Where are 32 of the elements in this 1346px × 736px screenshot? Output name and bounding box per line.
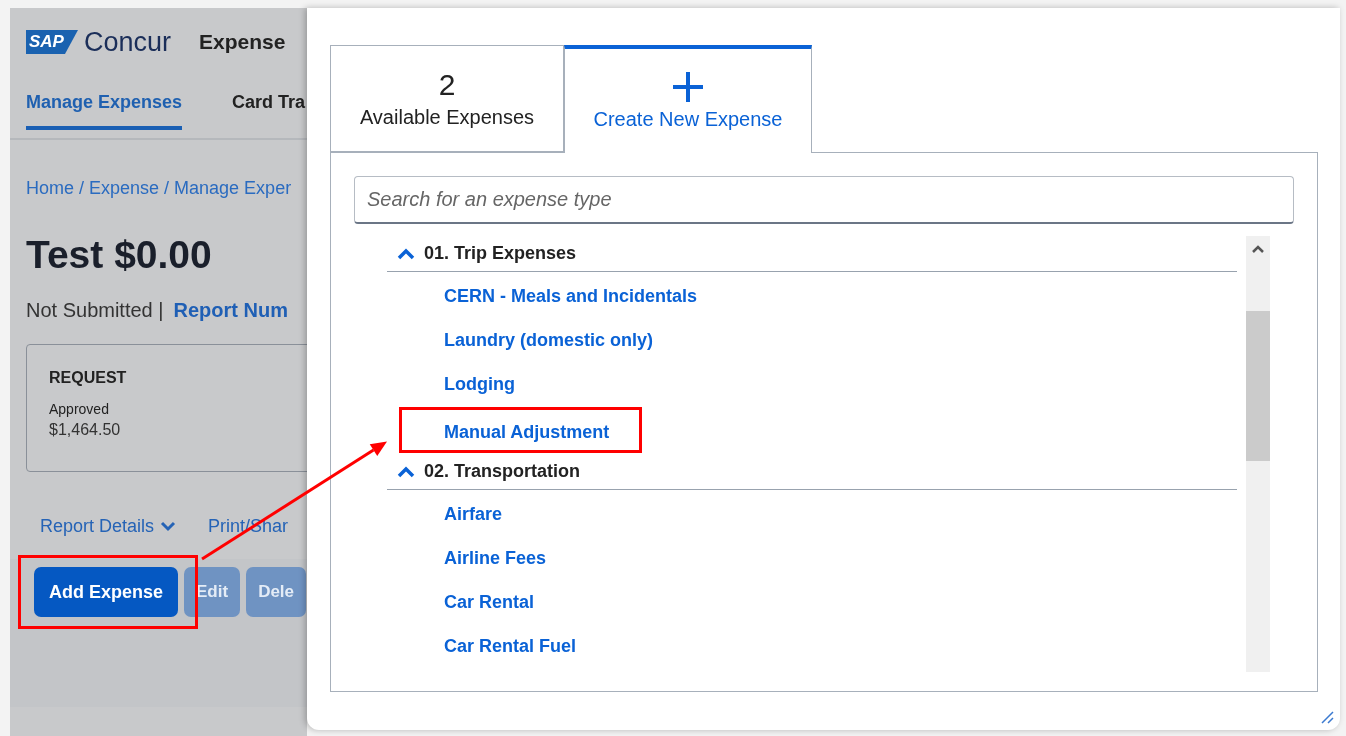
request-heading: REQUEST	[49, 369, 128, 387]
expense-type-link[interactable]: Car Rental Fuel	[444, 636, 577, 656]
category-header[interactable]: 01. Trip Expenses	[387, 236, 1237, 272]
logo-wordmark: Concur	[83, 26, 171, 58]
request-status: Approved	[49, 401, 110, 417]
expense-type-link[interactable]: Airline Fees	[444, 548, 547, 568]
chevron-down-icon	[160, 521, 177, 532]
category-header[interactable]: 02. Transportation	[387, 454, 1237, 490]
nav-tab[interactable]: Manage Expenses	[26, 92, 183, 130]
expense-type-link[interactable]: Airfare	[444, 504, 503, 524]
request-amount: $1,464.50	[49, 421, 122, 439]
search-field[interactable]: Search for an expense type	[354, 176, 1294, 224]
plus-icon	[671, 70, 705, 104]
breadcrumb[interactable]: Home / Expense / Manage Exper	[26, 178, 307, 199]
action-button[interactable]: Add Expense	[34, 567, 179, 617]
chevron-up-icon[interactable]	[397, 465, 415, 478]
expense-type-link[interactable]: Lodging	[444, 374, 515, 394]
resize-grip-icon[interactable]	[1320, 710, 1334, 724]
report-details-dropdown[interactable]: Report Details	[40, 516, 177, 537]
logo-mark: SAP	[26, 30, 78, 54]
report-status: Not Submitted |	[26, 299, 164, 322]
expense-type-link[interactable]: Laundry (domestic only)	[444, 330, 654, 350]
expense-type-link[interactable]: CERN - Meals and Incidentals	[444, 286, 698, 306]
report-title: Test $0.00	[26, 233, 213, 277]
expense-type-link[interactable]: Car Rental	[444, 592, 535, 612]
nav-tab[interactable]: Card Tra	[232, 92, 306, 130]
dialog-tab[interactable]: Create New Expense	[564, 45, 812, 153]
expense-type-link[interactable]: Manual Adjustment	[444, 422, 610, 442]
product-title: Expense	[199, 30, 286, 54]
report-number-link[interactable]: Report Num	[173, 299, 288, 322]
dialog-tab[interactable]: 2 Available Expenses	[330, 45, 564, 152]
chevron-up-icon[interactable]	[397, 247, 415, 260]
